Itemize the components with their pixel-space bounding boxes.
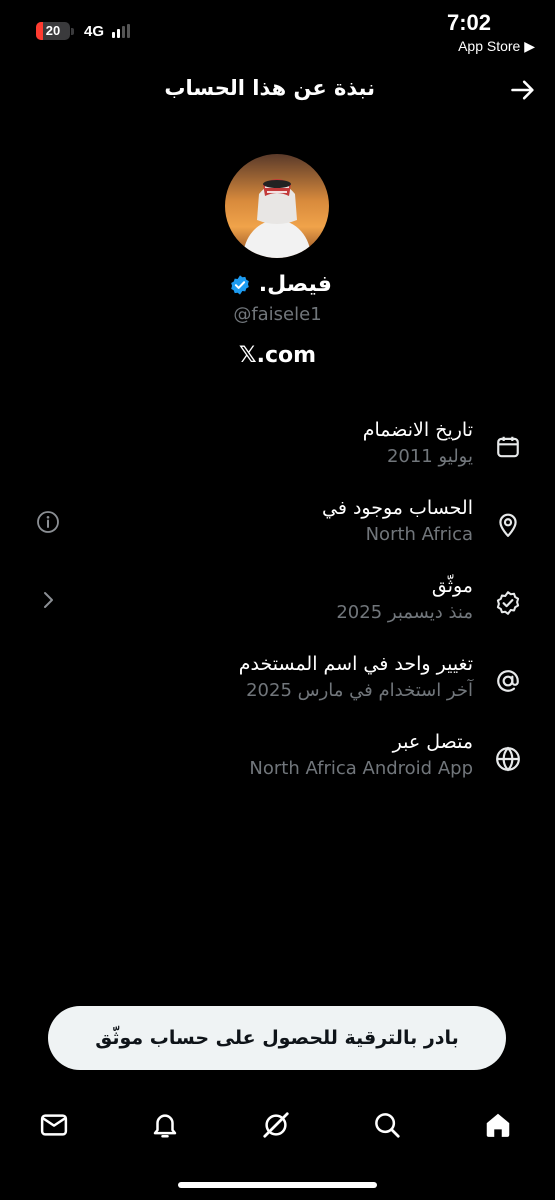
home-icon[interactable] — [483, 1110, 513, 1140]
back-to-app-store[interactable]: App Store ▶ — [447, 38, 535, 55]
page-header: نبذة عن هذا الحساب — [0, 72, 555, 108]
info-title: موثّق — [431, 575, 473, 597]
info-subtitle: North Africa Android App — [249, 758, 473, 779]
profile-handle: @faisele1 — [233, 304, 322, 325]
info-verified[interactable]: موثّق منذ ديسمبر 2025 — [0, 572, 555, 632]
info-title: متصل عبر — [392, 731, 473, 753]
signal-icon — [112, 24, 131, 38]
mail-icon[interactable] — [39, 1110, 69, 1140]
avatar — [225, 154, 329, 258]
info-connected-via: متصل عبر North Africa Android App — [0, 728, 555, 788]
bell-icon[interactable] — [150, 1110, 180, 1140]
battery-level: 20 — [45, 23, 61, 38]
battery-indicator: 20 — [36, 22, 74, 40]
calendar-icon — [497, 436, 519, 458]
display-name: فيصل. — [258, 272, 332, 297]
globe-icon — [496, 746, 520, 772]
info-joined: تاريخ الانضمام يوليو 2011 — [0, 416, 555, 476]
arrow-right-icon[interactable] — [509, 76, 537, 104]
site-label: 𝕏.com — [238, 343, 317, 368]
bottom-tab-bar — [0, 1100, 555, 1150]
info-username-change: تغيير واحد في اسم المستخدم آخر استخدام ف… — [0, 650, 555, 710]
info-title: تغيير واحد في اسم المستخدم — [238, 653, 473, 675]
info-subtitle: يوليو 2011 — [386, 446, 473, 467]
verified-badge-icon — [231, 275, 249, 295]
info-subtitle: منذ ديسمبر 2025 — [336, 602, 473, 623]
chevron-right-icon[interactable] — [36, 588, 60, 612]
profile-name: فيصل. — [0, 272, 555, 297]
verified-outline-icon — [496, 591, 520, 615]
at-sign-icon — [497, 670, 519, 692]
status-right: 7:02 App Store ▶ — [447, 10, 535, 55]
info-subtitle: North Africa — [365, 524, 473, 545]
location-pin-icon — [499, 513, 517, 537]
search-icon[interactable] — [372, 1110, 402, 1140]
grok-icon[interactable] — [261, 1110, 291, 1140]
info-location: الحساب موجود في North Africa — [0, 494, 555, 554]
upgrade-verified-button[interactable]: بادر بالترقية للحصول على حساب موثّق — [48, 1006, 506, 1070]
clock: 7:02 — [446, 10, 491, 35]
info-subtitle: آخر استخدام في مارس 2025 — [246, 680, 473, 701]
home-indicator — [178, 1182, 377, 1188]
info-title: الحساب موجود في — [322, 497, 473, 519]
info-title: تاريخ الانضمام — [362, 419, 473, 441]
page-title: نبذة عن هذا الحساب — [164, 76, 375, 100]
status-left: 20 4G — [36, 22, 131, 40]
network-type: 4G — [84, 22, 105, 40]
status-bar: 20 4G 7:02 App Store ▶ — [0, 0, 555, 60]
info-circle-icon[interactable] — [36, 510, 60, 534]
